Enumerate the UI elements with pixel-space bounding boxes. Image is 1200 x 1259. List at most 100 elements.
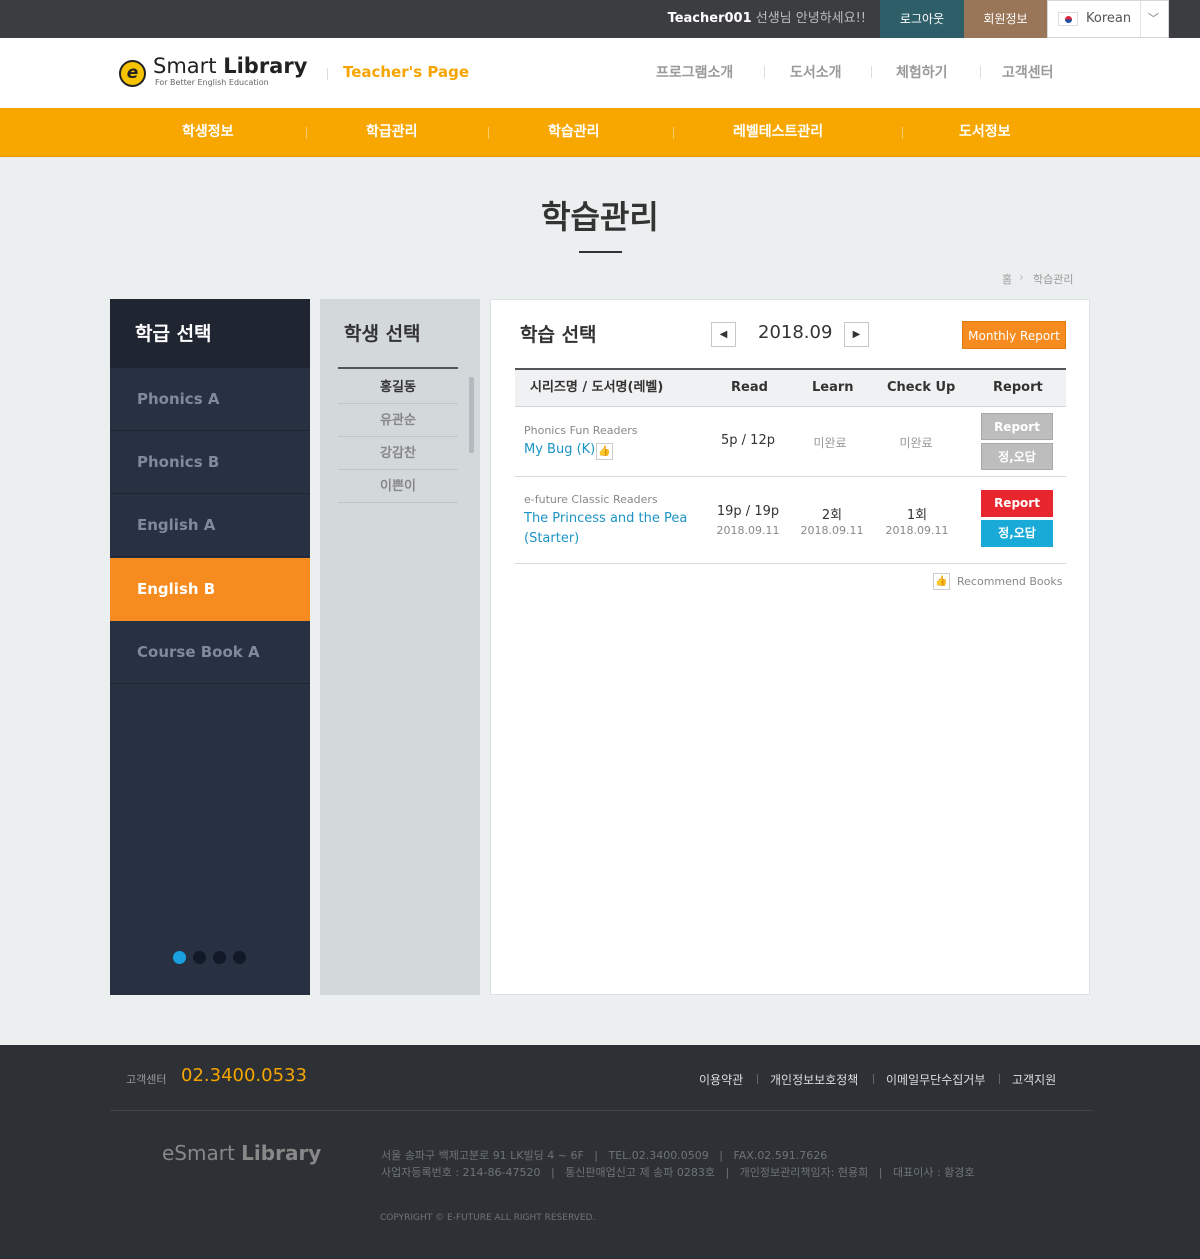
logo-icon[interactable]: e [119,60,146,87]
top-bar: Teacher001 선생님 안녕하세요!! 로그아웃 회원정보 Korean … [0,0,1200,38]
divider [980,66,981,78]
footer-logo: eSmart Library [162,1141,322,1165]
divider [327,68,328,80]
student-item[interactable]: 유관순 [338,404,458,437]
checkup-count: 1회 [906,508,928,523]
pagination-dot[interactable] [173,951,186,964]
pagination-dot[interactable] [193,951,206,964]
checkup-status: 미완료 [899,436,933,450]
monthly-report-button[interactable]: Monthly Report [962,321,1066,349]
teacher-name: Teacher001 [667,11,752,26]
teachers-page-label: Teacher's Page [343,63,470,81]
greeting: Teacher001 선생님 안녕하세요!! [668,0,866,38]
page-title: 학습관리 [541,198,659,236]
report-button[interactable]: Report [981,413,1053,440]
recommend-label: Recommend Books [957,575,1063,588]
series-name: e-future Classic Readers [524,493,658,506]
divider [488,127,489,139]
report-button[interactable]: Report [981,490,1053,517]
read-date: 2018.09.11 [716,524,780,537]
footer-link-privacy[interactable]: 개인정보보호정책 [770,1071,858,1088]
copyright: COPYRIGHT © E-FUTURE ALL RIGHT RESERVED. [380,1213,596,1223]
column-header-read: Read [731,380,768,395]
answer-button[interactable]: 정,오답 [981,520,1053,547]
class-panel-title: 학급 선택 [135,323,212,345]
main-nav-study-management[interactable]: 학습관리 [548,108,600,156]
class-panel: 학급 선택 Phonics A Phonics B English A Engl… [110,299,310,995]
language-label: Korean [1086,11,1132,26]
book-title-link[interactable]: The Princess and the Pea [524,509,687,529]
divider [902,127,903,139]
greeting-text: 선생님 안녕하세요!! [751,11,866,26]
book-title-link[interactable]: My Bug (K) [524,440,595,460]
learn-status: 미완료 [813,436,847,450]
language-select[interactable]: Korean ﹀ [1047,0,1169,38]
footer-link-terms[interactable]: 이용약관 [699,1071,743,1088]
column-header-book: 시리즈명 / 도서명(레벨) [530,380,664,395]
logo-text[interactable]: Smart Library [153,54,307,78]
study-panel: 학습 선택 ◀ 2018.09 ▶ Monthly Report 시리즈명 / … [490,299,1090,995]
pagination-dot[interactable] [233,951,246,964]
divider [1140,1,1141,37]
class-item-course-book-a[interactable]: Course Book A [110,621,310,684]
table-row: Phonics Fun Readers My Bug (K) 👍 5p / 12… [515,407,1066,477]
class-item-phonics-b[interactable]: Phonics B [110,431,310,494]
main-nav-level-test[interactable]: 레벨테스트관리 [733,108,823,156]
nav-trial[interactable]: 체험하기 [896,62,948,82]
nav-customer-center[interactable]: 고객센터 [1002,62,1054,82]
customer-center-phone: 02.3400.0533 [181,1065,307,1086]
breadcrumb-home[interactable]: 홈 [1002,271,1012,287]
student-item[interactable]: 이쁜이 [338,470,458,503]
chevron-down-icon[interactable]: ﹀ [1148,1,1159,37]
divider [873,1074,874,1084]
class-item-english-a[interactable]: English A [110,494,310,557]
main-nav-class-management[interactable]: 학급관리 [366,108,418,156]
scrollbar[interactable] [469,377,474,453]
column-header-learn: Learn [812,380,854,395]
prev-month-button[interactable]: ◀ [711,322,736,347]
class-item-english-b[interactable]: English B [110,558,310,621]
logout-button[interactable]: 로그아웃 [880,0,964,38]
nav-book-intro[interactable]: 도서소개 [790,62,842,82]
divider [871,66,872,78]
pagination-dot[interactable] [213,951,226,964]
read-progress: 19p / 19p [716,504,780,519]
thumbs-up-icon: 👍 [596,443,613,460]
table-header: 시리즈명 / 도서명(레벨) Read Learn Check Up Repor… [515,368,1066,407]
student-panel: 학생 선택 홍길동 유관순 강감찬 이쁜이 [320,299,480,995]
next-month-button[interactable]: ▶ [844,322,869,347]
korea-flag-icon [1058,12,1078,26]
student-item[interactable]: 홍길동 [338,371,458,404]
study-panel-title: 학습 선택 [520,324,597,346]
divider [764,66,765,78]
checkup-date: 2018.09.11 [885,524,949,537]
divider [757,1074,758,1084]
company-registration: 사업자등록번호 : 214-86-47520 | 통신판매업신고 제 송파 02… [381,1166,975,1179]
answer-button[interactable]: 정,오답 [981,443,1053,470]
divider [673,127,674,139]
breadcrumb-current: 학습관리 [1033,273,1074,286]
divider [338,367,458,369]
main-nav-book-info[interactable]: 도서정보 [959,108,1011,156]
current-month: 2018.09 [758,322,833,343]
learn-count: 2회 [821,508,843,523]
member-info-button[interactable]: 회원정보 [964,0,1047,38]
student-item[interactable]: 강감찬 [338,437,458,470]
divider [306,127,307,139]
class-item-phonics-a[interactable]: Phonics A [110,368,310,431]
main-nav-student-info[interactable]: 학생정보 [182,108,234,156]
chevron-right-icon: › [1019,270,1024,284]
footer: 고객센터 02.3400.0533 이용약관 개인정보보호정책 이메일무단수집거… [0,1045,1200,1259]
nav-program-intro[interactable]: 프로그램소개 [656,62,733,82]
learn-date: 2018.09.11 [800,524,864,537]
footer-link-support[interactable]: 고객지원 [1012,1071,1056,1088]
class-panel-header: 학급 선택 [110,299,310,368]
column-header-check-up: Check Up [887,380,956,395]
main-nav: 학생정보 학급관리 학습관리 레벨테스트관리 도서정보 [0,108,1200,157]
footer-link-email-refusal[interactable]: 이메일무단수집거부 [886,1071,985,1088]
student-panel-title: 학생 선택 [344,323,421,345]
divider [110,1110,1093,1111]
book-level[interactable]: (Starter) [524,529,579,549]
column-header-report: Report [993,380,1043,395]
read-progress: 5p / 12p [721,433,775,448]
